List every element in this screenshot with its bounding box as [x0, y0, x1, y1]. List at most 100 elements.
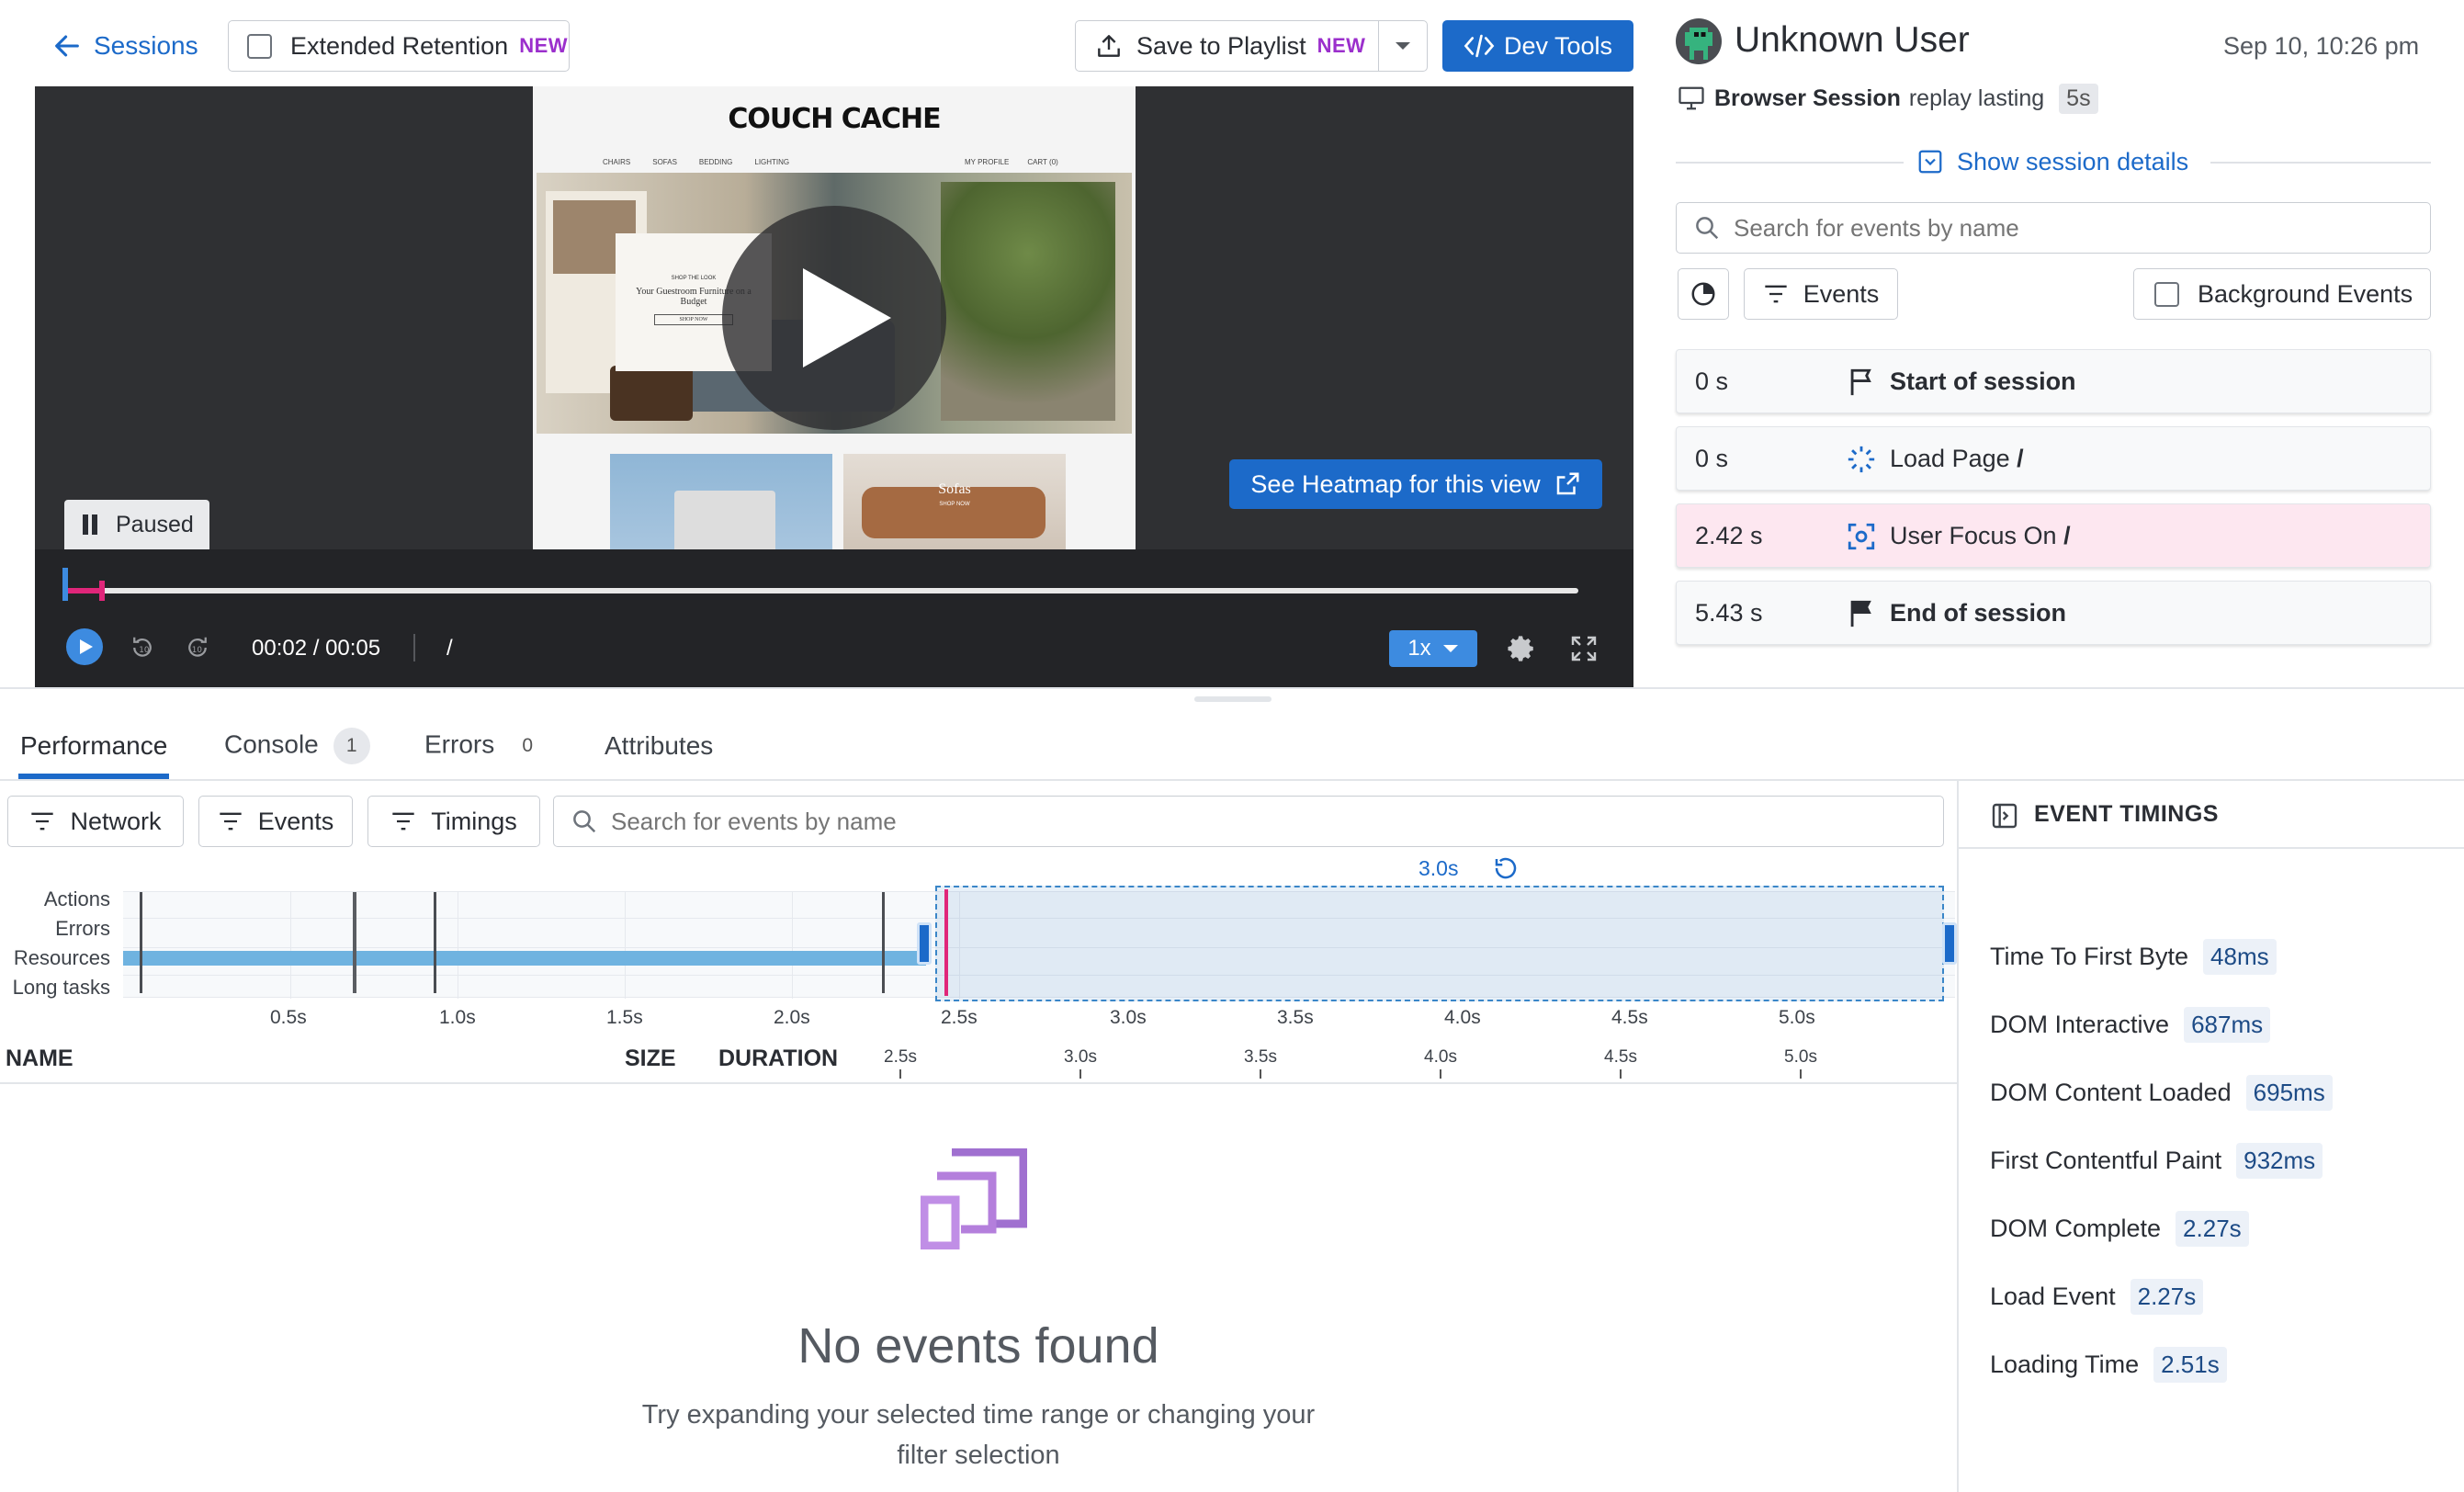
axis-tick: 5.0s [1779, 1007, 1815, 1028]
events-filter-button[interactable]: Events [1744, 268, 1898, 320]
axis-tick: 2.5s [941, 1007, 978, 1028]
extended-retention-label: Extended Retention [290, 31, 509, 60]
expand-icon [1918, 150, 1942, 174]
save-to-playlist-button[interactable]: Save to Playlist NEW [1075, 20, 1380, 72]
arrow-left-icon [55, 35, 79, 57]
resources-bar[interactable] [123, 951, 926, 966]
resize-handle[interactable] [1194, 696, 1272, 702]
tab-attributes[interactable]: Attributes [605, 731, 713, 761]
product-tile-image [610, 454, 832, 549]
row-label-long-tasks: Long tasks [12, 976, 110, 999]
site-nav-item: CART (0) [1027, 158, 1058, 166]
action-marker[interactable] [882, 892, 885, 993]
show-session-details-link[interactable]: Show session details [1916, 145, 2188, 178]
timing-value: 687ms [2184, 1007, 2271, 1043]
progress-handle[interactable] [99, 581, 105, 601]
action-marker[interactable] [140, 892, 142, 993]
axis-tick: 3.0s [1110, 1007, 1147, 1028]
axis-tick: 4.0s [1444, 1007, 1481, 1028]
session-search-input[interactable] [1734, 213, 2413, 243]
timing-value: 2.51s [2153, 1347, 2227, 1383]
events-filter-button-bottom[interactable]: Events [198, 796, 353, 847]
errors-count-badge: 0 [509, 728, 547, 764]
filter-lines-icon [220, 812, 242, 831]
monitor-icon [1678, 86, 1704, 110]
event-row-load-page[interactable]: 0 s Load Page / [1676, 426, 2431, 491]
dev-tools-button[interactable]: Dev Tools [1442, 20, 1633, 72]
playback-speed-select[interactable]: 1x [1389, 630, 1477, 667]
replay-text: replay lasting [1908, 85, 2045, 111]
robot-avatar-icon [1685, 28, 1712, 60]
axis-tick: 1.5s [606, 1007, 643, 1028]
user-avatar [1676, 18, 1722, 64]
flag-outline-icon [1850, 368, 1871, 396]
network-filter-button[interactable]: Network [7, 796, 184, 847]
column-header-duration[interactable]: DURATION [718, 1046, 838, 1072]
timing-item: Loading Time 2.51s [1990, 1347, 2227, 1383]
event-row-end[interactable]: 5.43 s End of session [1676, 581, 2431, 645]
session-events-search[interactable] [1676, 202, 2431, 254]
reset-selection-icon[interactable] [1492, 854, 1520, 882]
playlist-dropdown-button[interactable] [1378, 20, 1428, 72]
session-replay-player[interactable]: COUCH CACHE CHAIRS SOFAS BEDDING LIGHTIN… [35, 86, 1633, 687]
tab-console[interactable]: Console 1 [224, 728, 370, 764]
play-overlay-button[interactable] [722, 206, 946, 430]
back-to-sessions-link[interactable]: Sessions [51, 28, 198, 64]
timing-label: DOM Content Loaded [1990, 1079, 2232, 1106]
collapse-panel-icon[interactable] [1990, 801, 2019, 831]
tile-sub: SHOP NOW [939, 502, 970, 507]
rewind-10-icon[interactable]: 10 [129, 634, 156, 661]
background-events-checkbox[interactable] [2154, 281, 2179, 307]
play-button[interactable] [66, 628, 103, 665]
event-row-user-focus[interactable]: 2.42 s User Focus On / [1676, 503, 2431, 568]
timing-label: Load Event [1990, 1283, 2116, 1310]
event-label: Start of session [1890, 367, 2076, 395]
event-label: User Focus On / [1890, 522, 2071, 550]
column-header-size[interactable]: SIZE [625, 1046, 676, 1072]
table-tick: 5.0s [1782, 1047, 1819, 1079]
background-events-toggle[interactable]: Background Events [2133, 268, 2431, 320]
event-row-start[interactable]: 0 s Start of session [1676, 349, 2431, 413]
tab-label: Errors [424, 729, 495, 759]
forward-10-icon[interactable]: 10 [184, 634, 211, 661]
chevron-down-icon [1396, 42, 1410, 50]
see-heatmap-button[interactable]: See Heatmap for this view [1229, 459, 1602, 509]
axis-tick: 4.5s [1611, 1007, 1648, 1028]
action-marker[interactable] [434, 892, 436, 993]
timing-item: DOM Complete 2.27s [1990, 1211, 2249, 1247]
fullscreen-icon[interactable] [1569, 634, 1599, 663]
code-icon [1464, 34, 1495, 58]
extended-retention-checkbox[interactable] [247, 33, 272, 59]
dev-tools-label: Dev Tools [1503, 31, 1613, 60]
performance-search[interactable] [553, 796, 1944, 847]
selection-handle-right[interactable] [1942, 922, 1957, 965]
extended-retention-toggle[interactable]: Extended Retention NEW [228, 20, 570, 72]
timings-panel-divider [1957, 779, 1959, 1492]
event-time: 5.43 s [1695, 598, 1763, 627]
progress-track[interactable] [64, 588, 1578, 593]
timings-filter-button[interactable]: Timings [367, 796, 540, 847]
selection-handle-left[interactable] [917, 922, 932, 965]
timing-label: First Contentful Paint [1990, 1147, 2222, 1174]
details-divider-left [1676, 162, 1904, 164]
flag-filled-icon [1850, 600, 1871, 627]
search-icon [1696, 217, 1719, 240]
timeline-selection[interactable] [935, 886, 1944, 1001]
empty-state-line-1: Try expanding your selected time range o… [641, 1400, 1316, 1430]
table-header-divider [0, 1082, 1957, 1084]
tab-performance[interactable]: Performance [20, 731, 167, 761]
column-header-name[interactable]: NAME [6, 1046, 73, 1072]
site-nav-item: LIGHTING [754, 158, 790, 166]
axis-tick: 3.5s [1277, 1007, 1314, 1028]
action-marker[interactable] [353, 892, 356, 993]
table-tick: 4.5s [1602, 1047, 1639, 1079]
event-breakdown-button[interactable] [1678, 268, 1729, 320]
timings-filter-label: Timings [431, 807, 517, 835]
empty-state-line-2: filter selection [897, 1441, 1060, 1470]
timing-value: 695ms [2245, 1075, 2333, 1111]
tab-errors[interactable]: Errors 0 [424, 728, 547, 764]
performance-search-input[interactable] [611, 807, 1916, 836]
settings-gear-icon[interactable] [1505, 632, 1538, 665]
event-path: / [2017, 444, 2024, 472]
event-time: 2.42 s [1695, 521, 1763, 549]
